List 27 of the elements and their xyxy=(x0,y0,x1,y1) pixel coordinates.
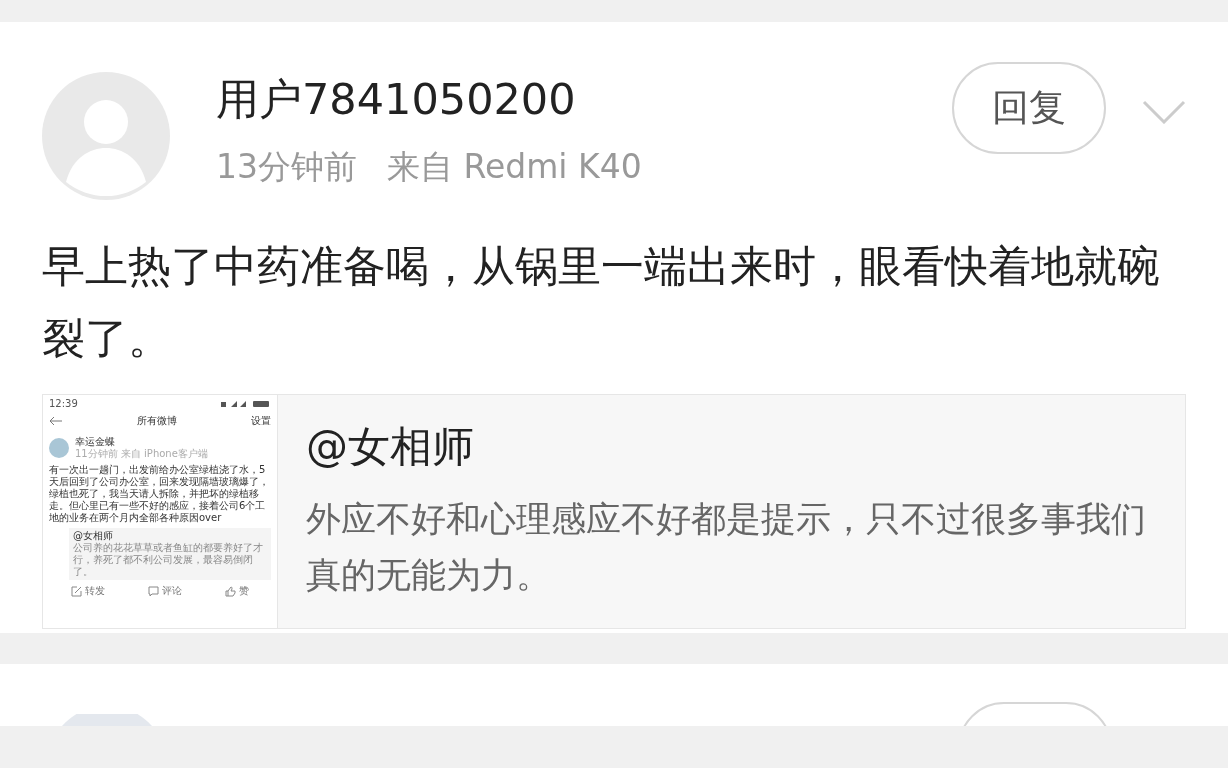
settings-link[interactable]: 设置 xyxy=(251,415,271,427)
status-time: 12:39 xyxy=(49,398,78,410)
avatar-photo-placeholder xyxy=(49,438,69,458)
post-text: 有一次出一趟门，出发前给办公室绿植浇了水，5天后回到了公司办公室，回来发现隔墙玻璃爆了，绿植也死了，我当天请人拆除，并把坏的绿植移走。但心里已有一些不好的感应，接着公司6个工地的业务在两个月内全部各种原因over xyxy=(49,464,270,524)
quote-text: 公司养的花花草草或者鱼缸的都要养好了才行，养死了都不利公司发展，最容易倒闭了。 xyxy=(73,542,264,578)
comment-action[interactable]: 评论 xyxy=(148,585,182,597)
back-arrow-icon[interactable] xyxy=(49,416,63,426)
share-action[interactable]: 转发 xyxy=(70,585,105,597)
quote-author[interactable]: @女相师 xyxy=(73,530,267,542)
like-action[interactable]: 赞 xyxy=(225,585,250,597)
quote-text: 外应不好和心理感应不好都是提示，只不过很多事我们真的无能为力。 xyxy=(306,498,1147,597)
reply-button[interactable]: 回复 xyxy=(952,62,1106,154)
edit-icon xyxy=(70,585,82,597)
quote-author[interactable]: @女相师 xyxy=(306,417,1161,477)
thumbs-up-icon xyxy=(225,585,237,597)
post-source: 来自 Redmi K40 xyxy=(387,146,642,188)
chevron-down-icon[interactable] xyxy=(1142,100,1186,124)
quoted-post-card[interactable] xyxy=(42,394,1186,629)
status-icons xyxy=(221,400,271,408)
avatar-icon[interactable] xyxy=(62,714,152,726)
post-time: 13分钟前 xyxy=(216,146,357,188)
user-name[interactable]: 幸运金蝶 xyxy=(75,436,208,448)
nav-title[interactable]: 所有微博 xyxy=(137,415,177,427)
post-meta: 11分钟前 来自 iPhone客户端 xyxy=(75,448,208,460)
comment-icon xyxy=(148,585,159,597)
comment-text: 早上热了中药准备喝，从锅里一端出来时，眼看快着地就碗裂了。 xyxy=(42,240,1161,365)
user-name[interactable]: 用户7841050200 xyxy=(216,71,952,127)
